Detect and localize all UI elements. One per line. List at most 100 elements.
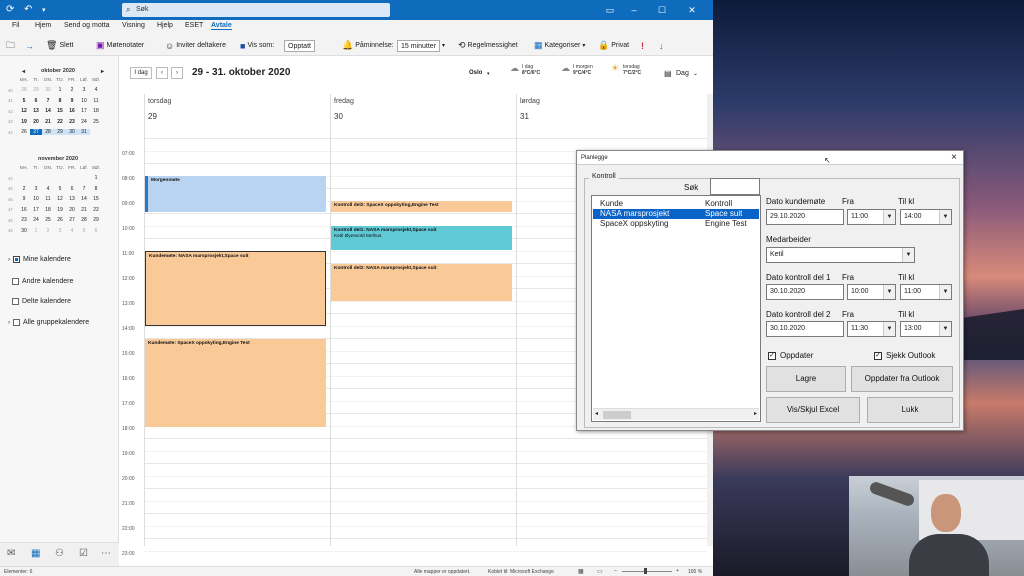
lukk-button[interactable]: Lukk [867, 397, 953, 423]
calendar-group-shared[interactable]: Delte kalendere [12, 298, 71, 305]
calendar-event[interactable]: Kundemøte: NASA marsprosjekt,Space suit [145, 251, 326, 326]
minical-day[interactable]: 4 [42, 186, 54, 192]
maximize-button[interactable]: ☐ [650, 2, 674, 18]
minical-day[interactable]: 2 [66, 87, 78, 93]
minical-day[interactable]: 30 [66, 129, 78, 136]
calendar-checkbox[interactable] [12, 298, 19, 305]
more-icon[interactable]: ⋯ [101, 548, 111, 559]
minical-day[interactable]: 6 [90, 228, 102, 234]
minical-day[interactable]: 18 [90, 108, 102, 114]
kontroll2-from-select[interactable]: 11:30 ▼ [847, 321, 896, 337]
low-importance-icon[interactable]: ↓ [659, 39, 664, 52]
minical-day[interactable]: 5 [78, 228, 90, 234]
minical-day[interactable]: 11 [90, 98, 102, 104]
vis-skjul-excel-button[interactable]: Vis/Skjul Excel [766, 397, 860, 423]
ribbon-display-icon[interactable]: ▭ [598, 2, 622, 18]
zoom-level[interactable]: 100 % [688, 569, 702, 575]
invite-attendees-button[interactable]: ☺ Inviter deltakere [165, 39, 226, 52]
reading-view-icon[interactable]: ▭ [597, 568, 603, 575]
menu-hjem[interactable]: Hjem [35, 22, 51, 29]
recurrence-button[interactable]: ⟲ Regelmessighet [458, 39, 518, 52]
minical-day[interactable]: 4 [90, 87, 102, 93]
minical-day[interactable]: 14 [78, 196, 90, 202]
minical-day[interactable]: 20 [66, 207, 78, 213]
minical-day[interactable]: 20 [30, 119, 42, 125]
dropdown-arrow-icon[interactable]: ▼ [939, 210, 951, 224]
minical-day[interactable]: 25 [90, 119, 102, 125]
scroll-thumb[interactable] [603, 411, 631, 419]
dialog-search-input[interactable] [710, 178, 760, 195]
day-column-header[interactable]: torsdag 29 [144, 94, 330, 138]
minical-day[interactable]: 19 [18, 119, 30, 125]
minical-day[interactable]: 27 [66, 217, 78, 223]
minical-day[interactable]: 31 [78, 129, 90, 136]
kontroll1-date-input[interactable]: 30.10.2020 [766, 284, 844, 300]
minical-day[interactable]: 28 [42, 129, 54, 136]
kontroll1-from-select[interactable]: 10:00 ▼ [847, 284, 896, 300]
calendar-checkbox[interactable] [13, 256, 20, 263]
minical-day[interactable]: 16 [18, 207, 30, 213]
minical-day[interactable]: 21 [42, 119, 54, 125]
show-as-select[interactable]: Opptatt [284, 39, 315, 52]
next-month-icon[interactable]: ▸ [101, 68, 104, 75]
minical-day[interactable]: 24 [78, 119, 90, 125]
zoom-slider[interactable] [622, 571, 672, 572]
calendar-event[interactable]: Kontroll del2: NASA marsprosjekt,Space s… [331, 264, 512, 301]
kontroll1-to-select[interactable]: 11:00 ▼ [900, 284, 952, 300]
oppdater-fra-outlook-button[interactable]: Oppdater fra Outlook [851, 366, 953, 392]
kundemote-to-select[interactable]: 14:00 ▼ [900, 209, 952, 225]
minical-day[interactable]: 17 [78, 108, 90, 114]
minical-day[interactable]: 23 [18, 217, 30, 223]
forward-icon[interactable]: → [25, 39, 34, 52]
view-select[interactable]: Dag [676, 70, 689, 77]
next-day-icon[interactable]: › [171, 67, 183, 79]
minical-day[interactable]: 2 [42, 228, 54, 234]
kontroll2-to-select[interactable]: 13:00 ▼ [900, 321, 952, 337]
minical-day[interactable]: 1 [54, 87, 66, 93]
zoom-slider-thumb[interactable] [644, 568, 647, 574]
minical-day[interactable]: 27 [30, 129, 42, 136]
minical-day[interactable]: 8 [54, 98, 66, 104]
meeting-notes-button[interactable]: ▣ Møtenotater [96, 39, 144, 52]
day-column-header[interactable]: lørdag 31 [516, 94, 707, 138]
dropdown-arrow-icon[interactable]: ▼ [939, 322, 951, 336]
kundemote-date-input[interactable]: 29.10.2020 [766, 209, 844, 225]
minical-day[interactable]: 1 [30, 228, 42, 234]
dropdown-arrow-icon[interactable]: ▼ [883, 322, 895, 336]
minical-day[interactable]: 1 [90, 175, 102, 181]
zoom-out-icon[interactable]: – [614, 568, 617, 574]
dropdown-arrow-icon[interactable]: ▼ [883, 210, 895, 224]
minical-day[interactable]: 24 [30, 217, 42, 223]
undo-icon[interactable]: ↶ [24, 4, 32, 15]
minical-day[interactable]: 30 [18, 228, 30, 234]
calendar-checkbox[interactable] [12, 278, 19, 285]
sjekk-outlook-checkbox[interactable]: ✓ Sjekk Outlook [874, 351, 935, 360]
minical-day[interactable]: 14 [42, 108, 54, 114]
list-item[interactable]: SpaceX oppskyting Engine Test [593, 219, 759, 229]
minical-day[interactable]: 29 [54, 129, 66, 136]
menu-visning[interactable]: Visning [122, 22, 145, 29]
scroll-right-icon[interactable]: ▸ [754, 410, 757, 417]
dialog-close-icon[interactable]: × [951, 152, 957, 163]
menu-send-og-motta[interactable]: Send og motta [64, 22, 110, 29]
minical-day[interactable]: 11 [42, 196, 54, 202]
categorize-button[interactable]: ▦ Kategoriser ▾ [534, 39, 585, 52]
prev-day-icon[interactable]: ‹ [156, 67, 168, 79]
minical-day[interactable]: 5 [18, 98, 30, 104]
minical-day[interactable]: 2 [18, 186, 30, 192]
delete-button[interactable]: 🗑 Slett [46, 39, 73, 52]
dropdown-arrow-icon[interactable]: ▼ [939, 285, 951, 299]
kundemote-from-select[interactable]: 11:00 ▼ [847, 209, 896, 225]
minical-day[interactable]: 17 [30, 207, 42, 213]
minical-day[interactable]: 8 [90, 186, 102, 192]
menu-eset[interactable]: ESET [185, 22, 203, 29]
minical-day[interactable]: 15 [90, 196, 102, 202]
minical-day[interactable]: 15 [54, 108, 66, 114]
lagre-button[interactable]: Lagre [766, 366, 846, 392]
kontroll2-date-input[interactable]: 30.10.2020 [766, 321, 844, 337]
minical-day[interactable]: 25 [42, 217, 54, 223]
tasks-icon[interactable]: ☑ [79, 548, 88, 559]
calendar-group-other[interactable]: Andre kalendere [12, 278, 73, 285]
weather-location[interactable]: Oslo [469, 70, 482, 76]
calendar-group-all-groups[interactable]: › Alle gruppekalendere [8, 319, 89, 326]
